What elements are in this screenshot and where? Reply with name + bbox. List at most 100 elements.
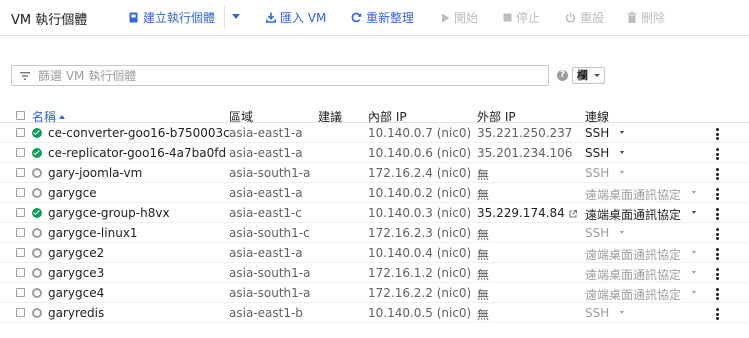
instance-name[interactable]: garygce: [48, 186, 97, 200]
connect-button[interactable]: 遠端桌面通訊協定: [585, 206, 681, 223]
connect-button[interactable]: SSH: [585, 146, 609, 160]
table-row[interactable]: garygce-group-h8vx asia-east1-c 10.140.0.3…: [0, 203, 749, 223]
create-instance-label: 建立執行個體: [143, 11, 216, 25]
instance-external-ip: 35.221.250.237: [477, 126, 572, 140]
instance-zone: asia-east1-b: [229, 306, 303, 320]
table-row[interactable]: garygce2 asia-east1-a 10.140.0.4 (nic0) 無 遠端…: [0, 243, 749, 263]
running-status-icon: [32, 208, 42, 218]
instance-zone: asia-south1-a: [229, 286, 311, 300]
connect-button[interactable]: SSH: [585, 126, 609, 140]
delete-button[interactable]: 刪除: [627, 9, 665, 26]
connect-chevron-down-icon[interactable]: [692, 291, 696, 294]
table-row[interactable]: garygce3 asia-south1-a 172.16.1.2 (nic0) 無 遠…: [0, 263, 749, 283]
connect-button[interactable]: 遠端桌面通訊協定: [585, 246, 681, 263]
more-options-icon[interactable]: [716, 168, 719, 182]
refresh-button[interactable]: 重新整理: [351, 9, 414, 26]
row-checkbox[interactable]: [16, 148, 25, 157]
connect-button[interactable]: SSH: [585, 166, 609, 180]
connect-button[interactable]: 遠端桌面通訊協定: [585, 286, 681, 303]
connect-chevron-down-icon[interactable]: [620, 131, 624, 134]
row-checkbox[interactable]: [16, 308, 25, 317]
create-instance-button[interactable]: 建立執行個體: [128, 9, 215, 26]
reset-button[interactable]: 重設: [565, 9, 604, 26]
instance-zone: asia-south1-a: [229, 266, 311, 280]
create-menu-chevron-down-icon[interactable]: [232, 14, 240, 19]
external-ip-value: 35.229.174.84: [477, 206, 565, 220]
instance-internal-ip: 10.140.0.4 (nic0): [368, 246, 472, 260]
more-options-icon[interactable]: [716, 268, 719, 282]
instance-external-ip: 35.201.234.106: [477, 146, 572, 160]
instance-external-ip: 無: [477, 186, 489, 203]
table-row[interactable]: garygce asia-east1-a 10.140.0.2 (nic0) 無 遠端桌…: [0, 183, 749, 203]
connect-chevron-down-icon[interactable]: [692, 251, 696, 254]
start-button[interactable]: 開始: [441, 9, 478, 26]
external-ip-value: 無: [477, 248, 490, 262]
row-checkbox[interactable]: [16, 248, 25, 257]
column-header-name-label: 名稱: [32, 110, 57, 124]
connect-chevron-down-icon[interactable]: [692, 211, 696, 214]
more-options-icon[interactable]: [716, 288, 719, 302]
trash-icon: [627, 12, 637, 23]
stopped-status-icon: [32, 168, 42, 178]
instance-name[interactable]: ce-converter-goo16-b750003c: [48, 126, 230, 140]
table-row[interactable]: garygce-linux1 asia-south1-c 172.16.2.3 (n…: [0, 223, 749, 243]
connect-chevron-down-icon[interactable]: [692, 271, 696, 274]
connect-chevron-down-icon[interactable]: [692, 191, 696, 194]
instance-name[interactable]: garygce4: [48, 286, 104, 300]
row-checkbox[interactable]: [16, 208, 25, 217]
stopped-status-icon: [32, 228, 42, 238]
connect-button[interactable]: SSH: [585, 306, 609, 320]
instance-name[interactable]: ce-replicator-goo16-4a7ba0fd: [48, 146, 226, 160]
table-row[interactable]: ce-converter-goo16-b750003c asia-east1-a 1…: [0, 123, 749, 143]
external-link-icon[interactable]: [569, 210, 577, 218]
help-icon[interactable]: ?: [557, 70, 568, 81]
row-checkbox[interactable]: [16, 128, 25, 137]
instance-name[interactable]: garygce-linux1: [48, 226, 138, 240]
more-options-icon[interactable]: [716, 228, 719, 242]
connect-button[interactable]: SSH: [585, 226, 609, 240]
connect-button[interactable]: 遠端桌面通訊協定: [585, 186, 681, 203]
instance-name[interactable]: garyredis: [48, 306, 104, 320]
instance-name[interactable]: garygce2: [48, 246, 104, 260]
more-options-icon[interactable]: [716, 248, 719, 262]
import-vm-button[interactable]: 匯入 VM: [266, 9, 326, 26]
row-checkbox[interactable]: [16, 168, 25, 177]
connect-chevron-down-icon[interactable]: [620, 151, 624, 154]
more-options-icon[interactable]: [716, 128, 719, 142]
columns-button[interactable]: 欄: [572, 67, 605, 84]
connect-chevron-down-icon[interactable]: [620, 171, 624, 174]
instance-name[interactable]: garygce-group-h8vx: [48, 206, 170, 220]
table-row[interactable]: gary-joomla-vm asia-south1-a 172.16.2.4 (n…: [0, 163, 749, 183]
more-options-icon[interactable]: [716, 148, 719, 162]
row-checkbox[interactable]: [16, 228, 25, 237]
running-status-icon: [32, 128, 42, 138]
instance-zone: asia-east1-a: [229, 146, 303, 160]
table-row[interactable]: garyredis asia-east1-b 10.140.0.5 (nic0) 無 S…: [0, 303, 749, 323]
select-all-checkbox[interactable]: [16, 111, 25, 120]
connect-button[interactable]: 遠端桌面通訊協定: [585, 266, 681, 283]
connect-chevron-down-icon[interactable]: [620, 231, 624, 234]
instance-internal-ip: 10.140.0.3 (nic0): [368, 206, 472, 220]
stop-button[interactable]: 停止: [503, 9, 540, 26]
more-options-icon[interactable]: [716, 308, 719, 322]
instance-external-ip[interactable]: 35.229.174.84: [477, 206, 577, 220]
instance-name[interactable]: gary-joomla-vm: [48, 166, 142, 180]
filter-input[interactable]: [38, 66, 518, 85]
row-checkbox[interactable]: [16, 188, 25, 197]
table-row[interactable]: garygce4 asia-south1-a 172.16.2.2 (nic0) 無 遠…: [0, 283, 749, 303]
instance-name[interactable]: garygce3: [48, 266, 104, 280]
reset-label: 重設: [580, 11, 605, 25]
more-options-icon[interactable]: [716, 188, 719, 202]
row-checkbox[interactable]: [16, 288, 25, 297]
more-options-icon[interactable]: [716, 208, 719, 222]
external-ip-value: 無: [477, 168, 490, 182]
stopped-status-icon: [32, 288, 42, 298]
table-row[interactable]: ce-replicator-goo16-4a7ba0fd asia-east1-a…: [0, 143, 749, 163]
stop-label: 停止: [516, 11, 541, 25]
connect-chevron-down-icon[interactable]: [620, 311, 624, 314]
instance-external-ip: 無: [477, 306, 489, 323]
row-checkbox[interactable]: [16, 268, 25, 277]
import-icon: [266, 12, 276, 23]
external-ip-value: 無: [477, 188, 490, 202]
stopped-status-icon: [32, 268, 42, 278]
